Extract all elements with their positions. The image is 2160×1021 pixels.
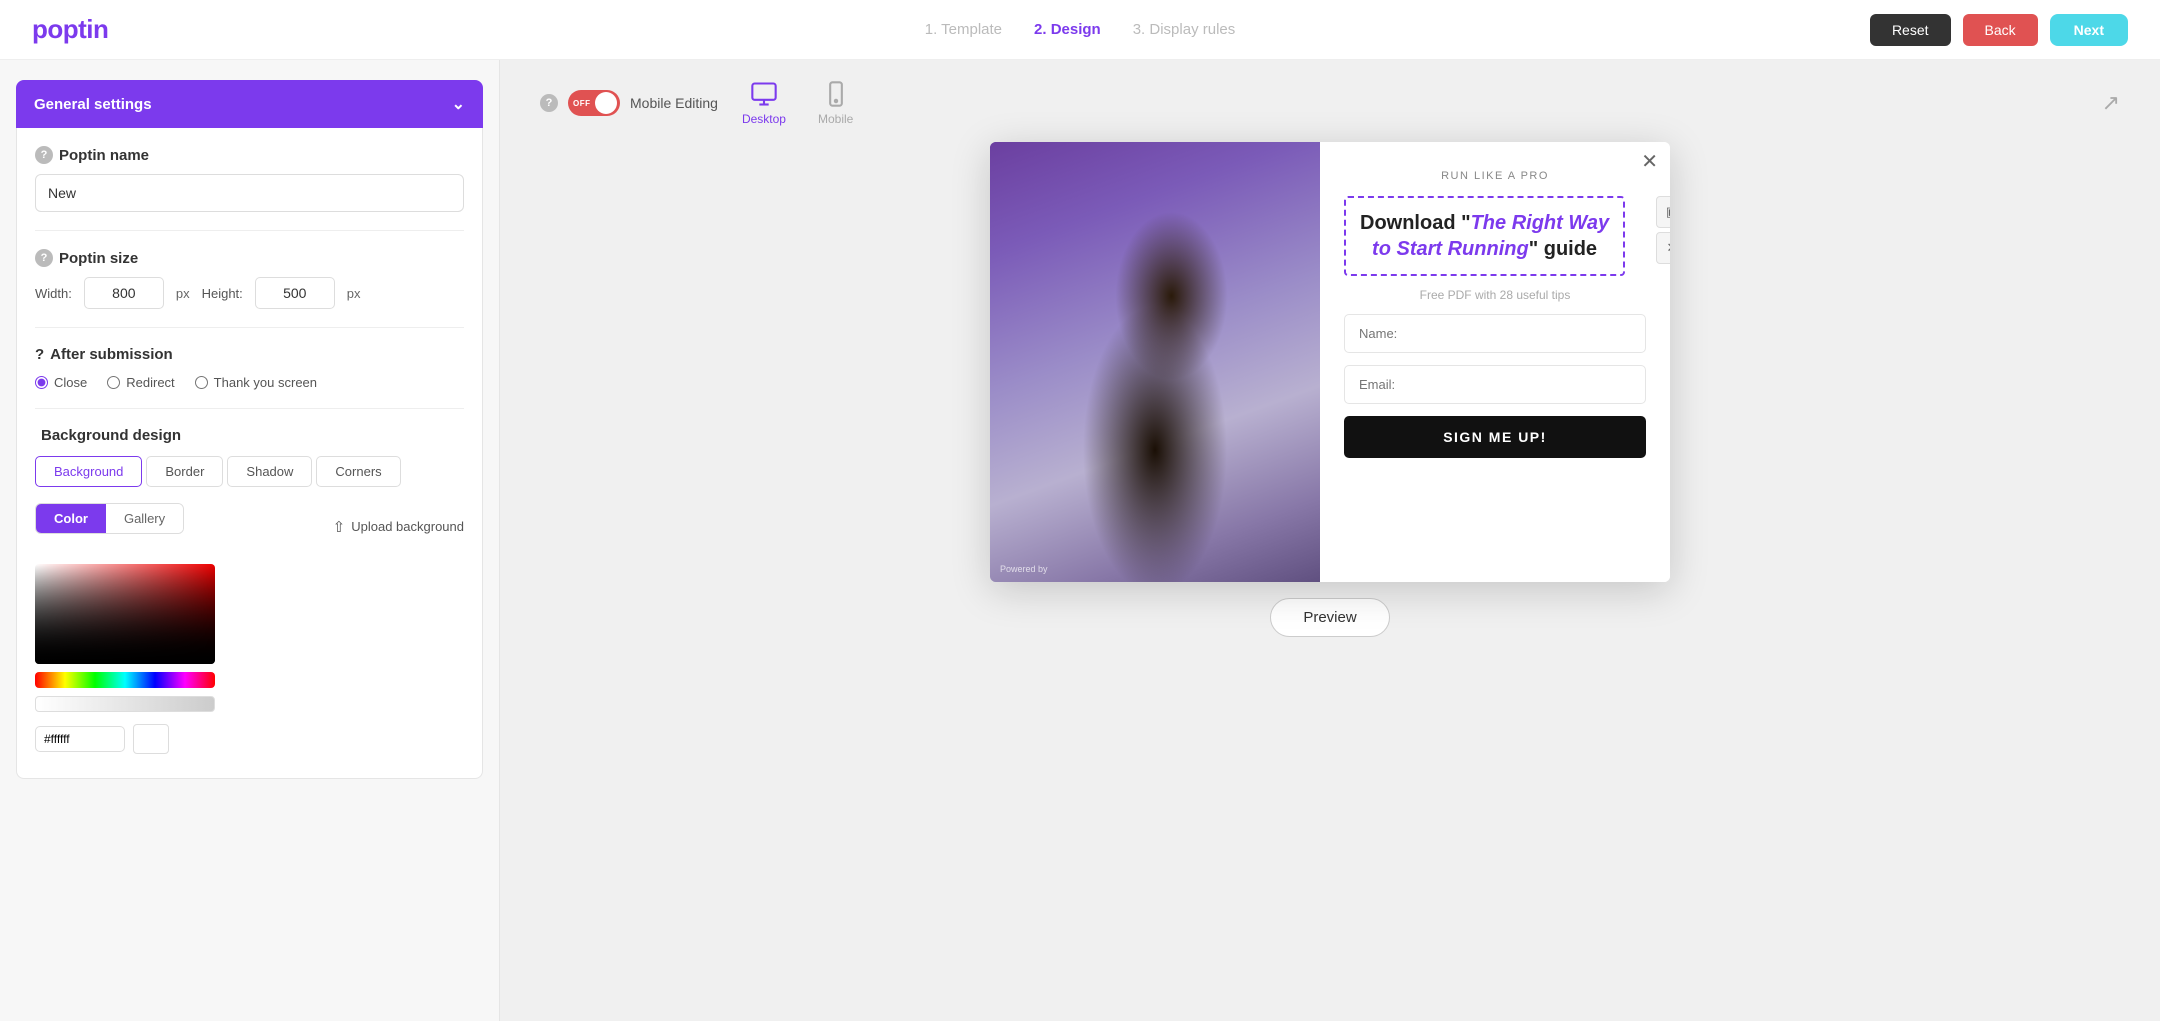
mobile-icon (822, 80, 850, 108)
expand-icon[interactable]: ↗ (2102, 90, 2120, 116)
preview-button[interactable]: Preview (1270, 598, 1389, 637)
radio-redirect-label: Redirect (126, 375, 174, 390)
desktop-icon (750, 80, 778, 108)
general-settings-body: ? Poptin name ? Poptin size Width: px He… (16, 128, 483, 779)
height-unit: px (347, 286, 361, 301)
nav-step-design[interactable]: 2. Design (1034, 21, 1101, 38)
general-settings-section: General settings ⌄ ? Poptin name ? Popti… (16, 80, 483, 779)
mobile-label: Mobile (818, 112, 853, 126)
title-action-buttons: ▣ ✕ (1656, 196, 1670, 264)
width-input[interactable] (84, 277, 164, 309)
delete-button[interactable]: ✕ (1656, 232, 1670, 264)
brand-logo: poptin (32, 14, 108, 45)
bg-tab-background[interactable]: Background (35, 456, 142, 487)
bg-tab-shadow[interactable]: Shadow (227, 456, 312, 487)
popup-right-content: ✕ RUN LIKE A PRO Download "The Right Way… (1320, 142, 1670, 582)
next-button[interactable]: Next (2050, 14, 2128, 46)
radio-close-input[interactable] (35, 376, 48, 389)
height-label: Height: (202, 286, 243, 301)
radio-redirect-input[interactable] (107, 376, 120, 389)
nav-steps: 1. Template 2. Design 3. Display rules (925, 21, 1236, 38)
toggle-off-label: OFF (573, 99, 591, 108)
radio-thankyou-input[interactable] (195, 376, 208, 389)
nav-actions: Reset Back Next (1870, 14, 2128, 46)
mobile-editing-toggle[interactable]: OFF (568, 90, 620, 116)
popup-description: Free PDF with 28 useful tips (1344, 288, 1646, 302)
radio-thank-you[interactable]: Thank you screen (195, 375, 317, 390)
radio-close-label: Close (54, 375, 87, 390)
background-design-label: Background design (35, 427, 464, 444)
bg-tab-border[interactable]: Border (146, 456, 223, 487)
nav-step-display[interactable]: 3. Display rules (1133, 21, 1236, 38)
color-gallery-tabs: Color Gallery (35, 503, 184, 534)
mobile-editing-section: ? OFF Mobile Editing (540, 90, 718, 116)
color-picker (35, 564, 464, 754)
general-settings-title: General settings (34, 96, 152, 113)
left-panel: General settings ⌄ ? Poptin name ? Popti… (0, 60, 500, 1021)
popup-title-box[interactable]: Download "The Right Wayto Start Running"… (1344, 196, 1625, 276)
back-button[interactable]: Back (1963, 14, 2038, 46)
popup-left-image: Powered by (990, 142, 1320, 582)
color-tab[interactable]: Color (36, 504, 106, 533)
color-alpha-strip[interactable] (35, 696, 215, 712)
chevron-down-icon: ⌄ (452, 94, 465, 114)
upload-background-button[interactable]: ⇧ Upload background (333, 518, 464, 536)
popup-submit-button[interactable]: SIGN ME UP! (1344, 416, 1646, 458)
radio-redirect[interactable]: Redirect (107, 375, 174, 390)
after-submission-label: ? After submission (35, 346, 464, 363)
poptin-name-label: ? Poptin name (35, 146, 464, 164)
height-input[interactable] (255, 277, 335, 309)
desktop-label: Desktop (742, 112, 786, 126)
popup-title: Download "The Right Wayto Start Running"… (1360, 210, 1609, 262)
after-submission-help-icon[interactable]: ? (35, 346, 44, 363)
poptin-name-input[interactable] (35, 174, 464, 212)
color-hex-input[interactable] (35, 726, 125, 752)
mobile-editing-help-icon[interactable]: ? (540, 94, 558, 112)
popup-subtitle: RUN LIKE A PRO (1344, 170, 1646, 182)
general-settings-header[interactable]: General settings ⌄ (16, 80, 483, 128)
toggle-knob (595, 92, 617, 114)
popup-close-button[interactable]: ✕ (1641, 152, 1658, 172)
poptin-name-help-icon[interactable]: ? (35, 146, 53, 164)
color-value-row (35, 724, 215, 754)
reset-button[interactable]: Reset (1870, 14, 1951, 46)
popup-name-input[interactable] (1344, 314, 1646, 353)
bg-design-tabs: Background Border Shadow Corners (35, 456, 464, 487)
copy-button[interactable]: ▣ (1656, 196, 1670, 228)
gallery-tab[interactable]: Gallery (106, 504, 183, 533)
top-nav: poptin 1. Template 2. Design 3. Display … (0, 0, 2160, 60)
color-swatch[interactable] (133, 724, 169, 754)
preview-toolbar: ? OFF Mobile Editing Desktop (500, 80, 2160, 126)
desktop-tab[interactable]: Desktop (742, 80, 786, 126)
right-panel: ? OFF Mobile Editing Desktop (500, 60, 2160, 1021)
after-submission-options: Close Redirect Thank you screen (35, 375, 464, 390)
radio-thankyou-label: Thank you screen (214, 375, 317, 390)
radio-close[interactable]: Close (35, 375, 87, 390)
poptin-size-row: Width: px Height: px (35, 277, 464, 309)
width-unit: px (176, 286, 190, 301)
popup-email-input[interactable] (1344, 365, 1646, 404)
nav-step-template[interactable]: 1. Template (925, 21, 1002, 38)
athlete-figure (990, 142, 1320, 582)
color-gradient-box[interactable] (35, 564, 215, 664)
upload-icon: ⇧ (333, 518, 346, 536)
bg-tab-corners[interactable]: Corners (316, 456, 400, 487)
mobile-editing-label: Mobile Editing (630, 95, 718, 111)
color-hue-strip[interactable] (35, 672, 215, 688)
mobile-tab[interactable]: Mobile (818, 80, 853, 126)
poptin-size-label: ? Poptin size (35, 249, 464, 267)
popup-preview: Powered by ✕ RUN LIKE A PRO Download "Th… (990, 142, 1670, 582)
powered-by-text: Powered by (1000, 564, 1048, 574)
width-label: Width: (35, 286, 72, 301)
upload-label: Upload background (351, 519, 464, 534)
device-tabs: Desktop Mobile (742, 80, 853, 126)
main-layout: General settings ⌄ ? Poptin name ? Popti… (0, 60, 2160, 1021)
poptin-size-help-icon[interactable]: ? (35, 249, 53, 267)
